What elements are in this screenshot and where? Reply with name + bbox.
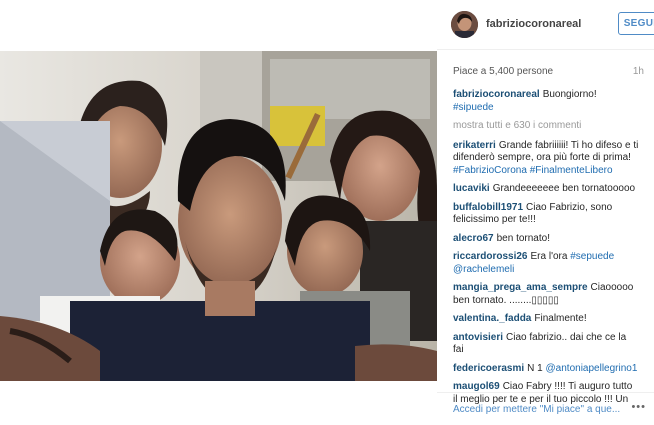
view-all-comments-link[interactable]: mostra tutti e 630 i commenti: [453, 120, 639, 133]
comment-text: N 1 @antoniapellegrino1: [527, 362, 638, 374]
comment-item: valentina._fadda Finalmente!: [453, 313, 639, 326]
comment-tag-link[interactable]: #FabrizioCorona: [453, 165, 527, 176]
comment-item: alecro67 ben tornato!: [453, 233, 639, 246]
avatar-image: [451, 11, 478, 38]
login-to-like-link[interactable]: Accedi per mettere "Mi piace" a que...: [453, 404, 620, 415]
footer-divider: [437, 392, 654, 393]
header-divider: [437, 49, 654, 50]
comment-username[interactable]: maugol69: [453, 381, 500, 392]
post-time: 1h: [632, 66, 644, 77]
comment-text: Finalmente!: [534, 313, 587, 324]
more-options-icon[interactable]: •••: [631, 401, 646, 413]
caption: fabriziocoronareal Buongiorno! #sipuede: [453, 89, 639, 114]
likes-count[interactable]: Piace a 5,400 persone: [453, 66, 553, 77]
caption-text: Buongiorno!: [542, 89, 597, 100]
comment-item: mangia_prega_ama_sempre Ciaooooo ben torn…: [453, 282, 639, 307]
comment-item: riccardorossi26 Era l'ora #sepuede @rache…: [453, 251, 639, 276]
comment-item: lucaviki Grandeeeeeee ben tornatooooo: [453, 183, 639, 196]
comment-username[interactable]: federicoerasmi: [453, 363, 524, 374]
comment-username[interactable]: riccardorossi26: [453, 251, 528, 262]
caption-username[interactable]: fabriziocoronareal: [453, 89, 540, 100]
selfie-photo: [0, 51, 437, 381]
comment-username[interactable]: valentina._fadda: [453, 313, 531, 324]
comment-item: buffalobill1971 Ciao Fabrizio, sono felic…: [453, 202, 639, 227]
username-link[interactable]: fabriziocoronareal: [486, 18, 581, 30]
comment-tag-link[interactable]: @antoniapellegrino1: [546, 363, 638, 374]
comment-text: ben tornato!: [496, 232, 550, 244]
caption-hashtag[interactable]: #sipuede: [453, 102, 494, 113]
comments-list: fabriziocoronareal Buongiorno! #sipuede m…: [453, 89, 639, 412]
comment-text: Grandeeeeeee ben tornatooooo: [492, 183, 636, 194]
comment-tag-link[interactable]: #sepuede: [570, 251, 614, 262]
follow-button[interactable]: SEGUI: [618, 12, 654, 35]
comment-tag-link[interactable]: #FinalmenteLibero: [530, 165, 613, 176]
comment-username[interactable]: buffalobill1971: [453, 202, 523, 213]
comment-item: erikaterri Grande fabriiiiii! Ti ho difes…: [453, 140, 639, 178]
comment-item: antovisieri Ciao fabrizio.. dai che ce la…: [453, 332, 639, 357]
post-photo[interactable]: [0, 51, 437, 381]
comment-username[interactable]: alecro67: [453, 233, 494, 244]
comment-username[interactable]: mangia_prega_ama_sempre: [453, 282, 588, 293]
comment-username[interactable]: lucaviki: [453, 183, 490, 194]
comment-tag-link[interactable]: @rachelemeli: [453, 264, 514, 275]
comment-username[interactable]: antovisieri: [453, 332, 503, 343]
post-sidebar: fabriziocoronareal SEGUI Piace a 5,400 p…: [437, 0, 654, 425]
avatar[interactable]: [451, 11, 478, 38]
comment-item: maugol69 Ciao Fabry !!!! Ti auguro tutto …: [453, 381, 639, 406]
comment-username[interactable]: erikaterri: [453, 140, 496, 151]
comment-item: federicoerasmi N 1 @antoniapellegrino1: [453, 363, 639, 376]
post-header: fabriziocoronareal SEGUI: [451, 9, 654, 41]
